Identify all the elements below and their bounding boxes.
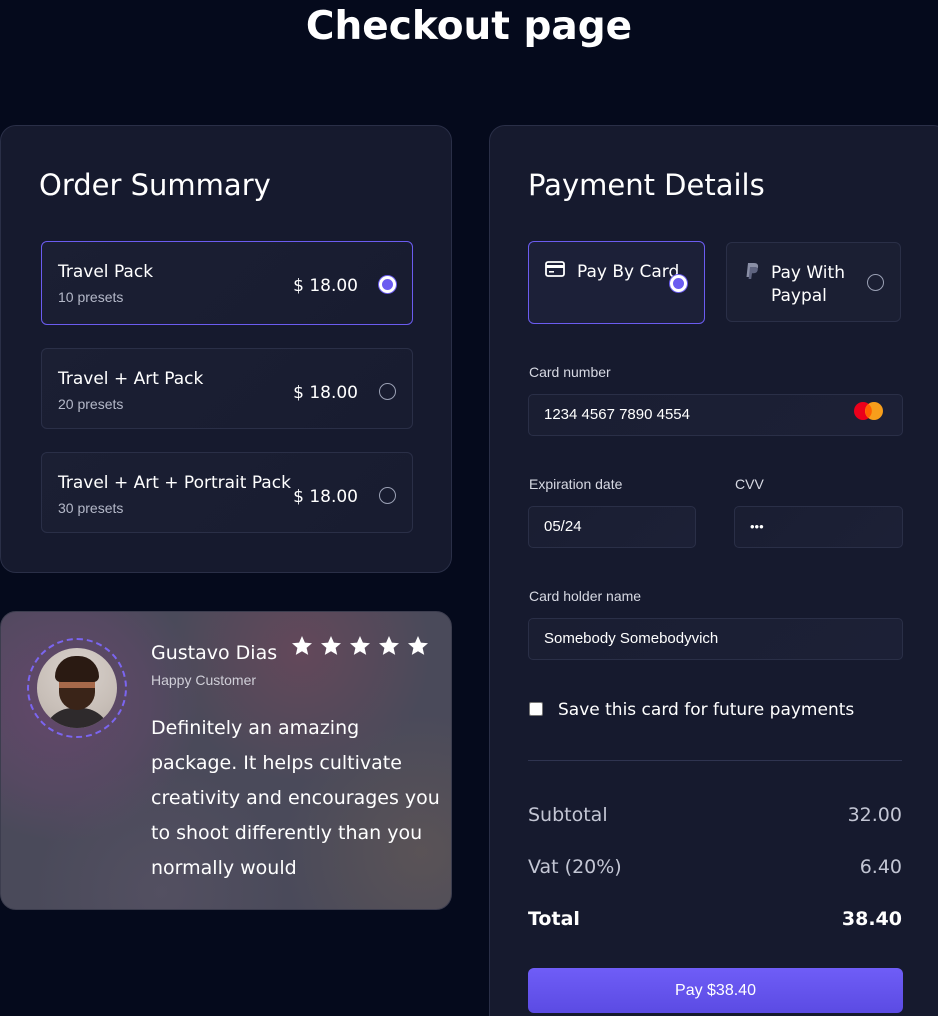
pack-radio[interactable] xyxy=(379,276,396,293)
card-number-value: 1234 4567 7890 4554 xyxy=(544,406,690,423)
pack-presets: 20 presets xyxy=(58,396,124,412)
pay-button[interactable]: Pay $38.40 xyxy=(528,968,903,1013)
pack-option-travel[interactable]: Travel Pack 10 presets $ 18.00 xyxy=(41,241,413,325)
pack-presets: 10 presets xyxy=(58,289,124,305)
testimonial-role: Happy Customer xyxy=(151,672,257,688)
pay-with-paypal-radio[interactable] xyxy=(867,274,884,291)
pack-price: $ 18.00 xyxy=(293,383,358,403)
mastercard-icon xyxy=(854,402,883,420)
star-icon xyxy=(379,636,399,655)
pay-by-card-radio[interactable] xyxy=(670,275,687,292)
pack-name: Travel + Art Pack xyxy=(58,369,204,389)
pack-radio[interactable] xyxy=(379,383,396,400)
star-icon xyxy=(408,636,428,655)
save-card-checkbox[interactable] xyxy=(529,702,543,716)
testimonial-name: Gustavo Dias xyxy=(151,642,278,664)
pack-radio[interactable] xyxy=(379,487,396,504)
pack-price: $ 18.00 xyxy=(293,276,358,296)
pay-with-paypal-option[interactable]: Pay With Paypal xyxy=(726,242,901,322)
pay-by-card-label: Pay By Card xyxy=(577,262,680,282)
order-summary-heading: Order Summary xyxy=(39,168,271,202)
card-number-input[interactable]: 1234 4567 7890 4554 xyxy=(528,394,903,436)
subtotal-label: Subtotal xyxy=(528,804,608,826)
pack-presets: 30 presets xyxy=(58,500,124,516)
expiration-date-label: Expiration date xyxy=(529,476,623,492)
total-value: 38.40 xyxy=(841,908,902,930)
star-icon xyxy=(350,636,370,655)
pack-option-travel-art-portrait[interactable]: Travel + Art + Portrait Pack 30 presets … xyxy=(41,452,413,533)
cvv-input[interactable]: ••• xyxy=(734,506,903,548)
credit-card-icon xyxy=(545,261,565,277)
star-icon xyxy=(321,636,341,655)
pay-by-card-option[interactable]: Pay By Card xyxy=(528,241,705,324)
star-icon xyxy=(292,636,312,655)
save-card-label: Save this card for future payments xyxy=(558,700,855,720)
card-holder-label: Card holder name xyxy=(529,588,642,604)
expiration-date-input[interactable]: 05/24 xyxy=(528,506,696,548)
paypal-icon xyxy=(746,263,759,279)
pack-option-travel-art[interactable]: Travel + Art Pack 20 presets $ 18.00 xyxy=(41,348,413,429)
testimonial-quote: Definitely an amazing package. It helps … xyxy=(151,717,440,879)
card-holder-input[interactable]: Somebody Somebodyvich xyxy=(528,618,903,660)
cvv-label: CVV xyxy=(735,476,764,492)
total-label: Total xyxy=(528,908,580,930)
avatar xyxy=(37,648,117,728)
summary-divider xyxy=(528,760,902,761)
payment-details-heading: Payment Details xyxy=(528,168,765,202)
pack-name: Travel + Art + Portrait Pack xyxy=(58,473,291,493)
subtotal-value: 32.00 xyxy=(847,804,902,826)
card-number-label: Card number xyxy=(529,364,611,380)
page-title: Checkout page xyxy=(305,4,633,49)
vat-value: 6.40 xyxy=(859,856,902,878)
pack-price: $ 18.00 xyxy=(293,487,358,507)
avatar-ring xyxy=(27,638,127,738)
star-rating xyxy=(290,634,430,658)
order-summary-panel: Order Summary Travel Pack 10 presets $ 1… xyxy=(0,125,452,573)
pack-name: Travel Pack xyxy=(58,262,154,282)
vat-label: Vat (20%) xyxy=(528,856,622,878)
